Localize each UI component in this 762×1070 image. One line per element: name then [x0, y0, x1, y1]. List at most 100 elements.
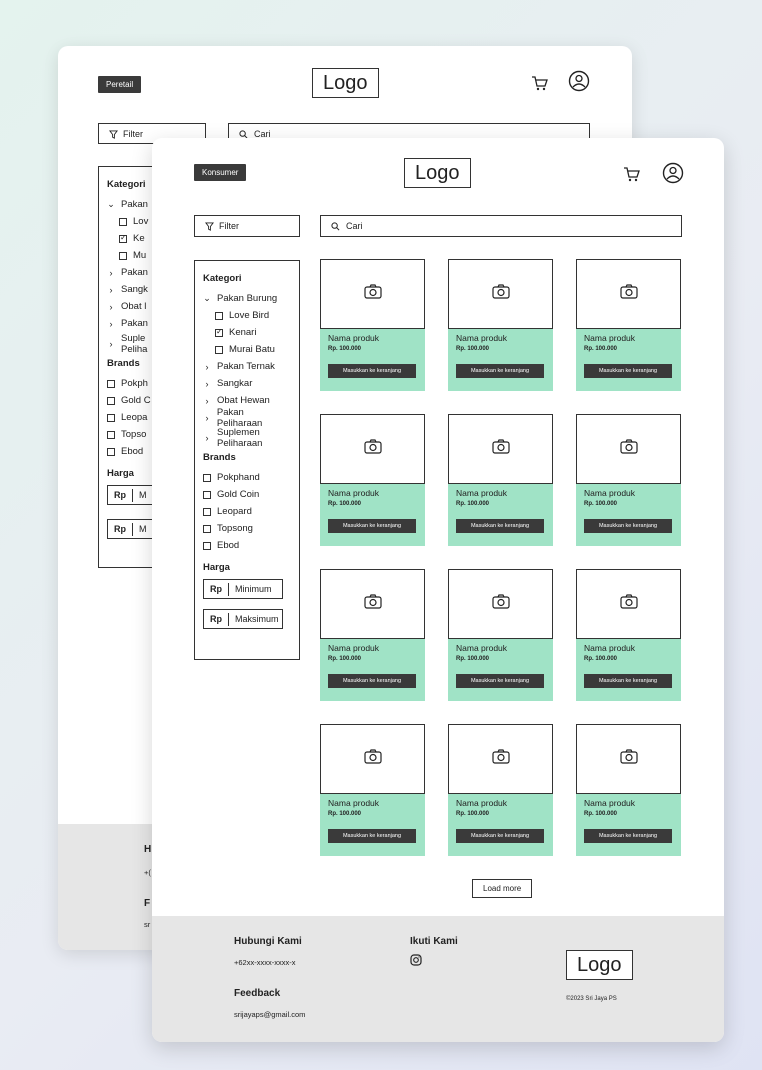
- subcategory-kenari[interactable]: Kenari: [203, 324, 291, 341]
- subcategory-love-bird[interactable]: Love Bird: [203, 307, 291, 324]
- product-card[interactable]: Nama produk Rp. 100.000 Masukkan ke keranj…: [320, 569, 425, 701]
- footer-email: sr: [144, 920, 151, 929]
- product-image[interactable]: [448, 259, 553, 329]
- product-image[interactable]: [320, 414, 425, 484]
- add-to-cart-button[interactable]: Masukkan ke keranjang: [456, 519, 544, 533]
- category-pakan-peliharaan[interactable]: › Pakan Peliharaan: [203, 407, 291, 429]
- add-to-cart-button[interactable]: Masukkan ke keranjang: [584, 519, 672, 533]
- checkbox[interactable]: [215, 345, 223, 354]
- price-max-input[interactable]: Rp Maksimum: [203, 609, 283, 629]
- brand-pokphand[interactable]: Pokphand: [203, 469, 291, 486]
- product-card[interactable]: Nama produk Rp. 100.000 Masukkan ke keranj…: [320, 414, 425, 546]
- product-card[interactable]: Nama produk Rp. 100.000 Masukkan ke keranj…: [448, 724, 553, 856]
- add-to-cart-button[interactable]: Masukkan ke keranjang: [584, 829, 672, 843]
- camera-icon: [491, 594, 510, 614]
- search-input[interactable]: Cari: [320, 215, 682, 237]
- product-info: Nama produk Rp. 100.000 Masukkan ke keranj…: [576, 329, 681, 391]
- product-card[interactable]: Nama produk Rp. 100.000 Masukkan ke keranj…: [576, 569, 681, 701]
- product-card[interactable]: Nama produk Rp. 100.000 Masukkan ke keranj…: [448, 569, 553, 701]
- product-image[interactable]: [320, 724, 425, 794]
- checkbox-checked[interactable]: [215, 327, 223, 337]
- product-name[interactable]: Nama produk: [328, 798, 417, 808]
- product-name[interactable]: Nama produk: [584, 488, 673, 498]
- product-info: Nama produk Rp. 100.000 Masukkan ke keranj…: [320, 639, 425, 701]
- user-icon[interactable]: [568, 70, 590, 92]
- filter-button[interactable]: Filter: [194, 215, 300, 237]
- product-name[interactable]: Nama produk: [584, 333, 673, 343]
- product-name[interactable]: Nama produk: [584, 798, 673, 808]
- user-icon[interactable]: [662, 162, 684, 184]
- add-to-cart-button[interactable]: Masukkan ke keranjang: [328, 364, 416, 378]
- product-image[interactable]: [448, 414, 553, 484]
- product-info: Nama produk Rp. 100.000 Masukkan ke keranj…: [576, 639, 681, 701]
- product-name[interactable]: Nama produk: [456, 798, 545, 808]
- add-to-cart-button[interactable]: Masukkan ke keranjang: [584, 364, 672, 378]
- category-suplemen[interactable]: › Suplemen Peliharaan: [203, 426, 291, 450]
- product-name[interactable]: Nama produk: [456, 333, 545, 343]
- subcategory-murai-batu[interactable]: Murai Batu: [203, 341, 291, 358]
- product-image[interactable]: [320, 569, 425, 639]
- product-card[interactable]: Nama produk Rp. 100.000 Masukkan ke keranj…: [448, 259, 553, 391]
- product-card[interactable]: Nama produk Rp. 100.000 Masukkan ke keranj…: [576, 724, 681, 856]
- product-card[interactable]: Nama produk Rp. 100.000 Masukkan ke keranj…: [320, 259, 425, 391]
- product-name[interactable]: Nama produk: [584, 643, 673, 653]
- add-to-cart-button[interactable]: Masukkan ke keranjang: [328, 519, 416, 533]
- cart-icon[interactable]: [530, 74, 550, 92]
- harga-title: Harga: [203, 562, 230, 573]
- footer-email[interactable]: srijayaps@gmail.com: [234, 1010, 305, 1019]
- camera-icon: [491, 749, 510, 769]
- load-more-button[interactable]: Load more: [472, 879, 533, 898]
- product-image[interactable]: [576, 724, 681, 794]
- brand-gold-coin[interactable]: Gold Coin: [203, 486, 291, 503]
- add-to-cart-button[interactable]: Masukkan ke keranjang: [456, 674, 544, 688]
- product-name[interactable]: Nama produk: [328, 643, 417, 653]
- cart-icon[interactable]: [622, 165, 642, 183]
- product-image[interactable]: [576, 414, 681, 484]
- product-info: Nama produk Rp. 100.000 Masukkan ke keranj…: [576, 794, 681, 856]
- product-name[interactable]: Nama produk: [456, 488, 545, 498]
- product-info: Nama produk Rp. 100.000 Masukkan ke keranj…: [320, 484, 425, 546]
- product-image[interactable]: [320, 259, 425, 329]
- product-info: Nama produk Rp. 100.000 Masukkan ke keranj…: [576, 484, 681, 546]
- category-sangkar[interactable]: › Sangkar: [203, 375, 291, 392]
- product-image[interactable]: [576, 259, 681, 329]
- product-price: Rp. 100.000: [584, 811, 618, 817]
- instagram-icon[interactable]: [410, 954, 422, 966]
- brand-topsong[interactable]: Topsong: [203, 520, 291, 537]
- header-logo[interactable]: Logo: [404, 158, 471, 188]
- add-to-cart-button[interactable]: Masukkan ke keranjang: [328, 829, 416, 843]
- footer-copyright: ©2023 Sri Jaya PS: [566, 996, 617, 1002]
- product-name[interactable]: Nama produk: [328, 488, 417, 498]
- product-name[interactable]: Nama produk: [456, 643, 545, 653]
- header-logo[interactable]: Logo: [312, 68, 379, 98]
- product-image[interactable]: [448, 569, 553, 639]
- product-card[interactable]: Nama produk Rp. 100.000 Masukkan ke keranj…: [448, 414, 553, 546]
- add-to-cart-button[interactable]: Masukkan ke keranjang: [328, 674, 416, 688]
- footer-feedback-title: Feedback: [234, 988, 281, 999]
- category-pakan-burung[interactable]: ⌄ Pakan Burung: [203, 290, 291, 307]
- product-price: Rp. 100.000: [328, 656, 362, 662]
- add-to-cart-button[interactable]: Masukkan ke keranjang: [456, 829, 544, 843]
- price-min-input[interactable]: Rp Minimum: [203, 579, 283, 599]
- product-image[interactable]: [448, 724, 553, 794]
- product-info: Nama produk Rp. 100.000 Masukkan ke keranj…: [448, 329, 553, 391]
- checkbox[interactable]: [215, 311, 223, 320]
- product-price: Rp. 100.000: [584, 501, 618, 507]
- product-image[interactable]: [576, 569, 681, 639]
- camera-icon: [619, 439, 638, 459]
- add-to-cart-button[interactable]: Masukkan ke keranjang: [456, 364, 544, 378]
- product-info: Nama produk Rp. 100.000 Masukkan ke keranj…: [448, 484, 553, 546]
- product-price: Rp. 100.000: [328, 501, 362, 507]
- brand-ebod[interactable]: Ebod: [203, 537, 291, 554]
- product-card[interactable]: Nama produk Rp. 100.000 Masukkan ke keranj…: [576, 414, 681, 546]
- brand-leopard[interactable]: Leopard: [203, 503, 291, 520]
- footer-follow-title: Ikuti Kami: [410, 936, 458, 947]
- product-price: Rp. 100.000: [584, 346, 618, 352]
- camera-icon: [491, 284, 510, 304]
- product-card[interactable]: Nama produk Rp. 100.000 Masukkan ke keranj…: [320, 724, 425, 856]
- product-card[interactable]: Nama produk Rp. 100.000 Masukkan ke keranj…: [576, 259, 681, 391]
- product-name[interactable]: Nama produk: [328, 333, 417, 343]
- category-pakan-ternak[interactable]: › Pakan Ternak: [203, 358, 291, 375]
- footer-title: H: [144, 844, 152, 855]
- add-to-cart-button[interactable]: Masukkan ke keranjang: [584, 674, 672, 688]
